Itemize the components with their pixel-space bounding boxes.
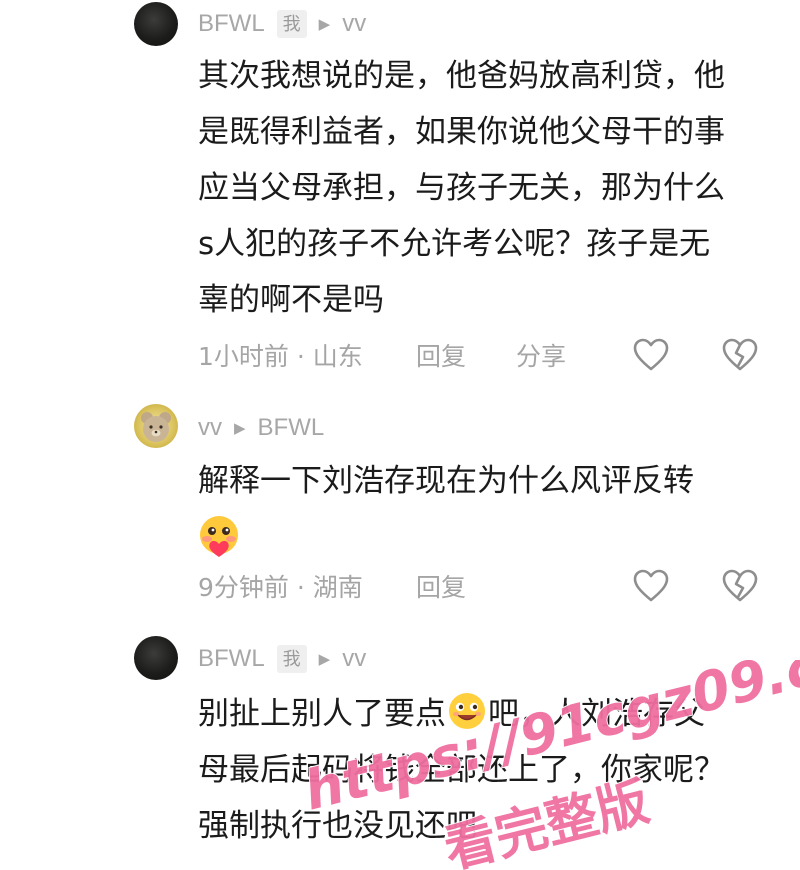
- comment-text-line: 是既得利益者，如果你说他父母干的事: [198, 114, 725, 150]
- avatar[interactable]: [134, 404, 178, 448]
- reply-arrow-icon: ▶: [234, 420, 246, 437]
- author-name[interactable]: BFWL: [198, 10, 265, 38]
- heart-hug-emoji: [196, 513, 242, 559]
- comment-text-line: s人犯的孩子不允许考公呢？孩子是无: [198, 226, 711, 262]
- comment-text-line: 强制执行也没见还吧: [198, 808, 477, 844]
- reply-to-name[interactable]: BFWL: [258, 414, 325, 442]
- reply-arrow-icon: ▶: [318, 651, 331, 668]
- avatar[interactable]: [134, 636, 178, 680]
- comment-text: 别扯上别人了要点 吧，人刘浩存父 母最后起码将钱全部还上了，你家呢？ 强制执行也…: [198, 686, 768, 854]
- comment-text-line: 母最后起码将钱全部还上了，你家呢？: [198, 752, 725, 788]
- reply-to-name[interactable]: vv: [342, 10, 366, 38]
- comment-actions: 9分钟前 · 湖南 回复: [198, 568, 768, 608]
- avatar[interactable]: [134, 2, 178, 46]
- time-location: 9分钟前 · 湖南: [198, 573, 363, 602]
- bear-avatar-icon: [141, 412, 171, 442]
- comment-meta: BFWL 我 ▶ vv: [198, 639, 366, 679]
- dislike-broken-heart-icon[interactable]: [721, 336, 759, 374]
- grin-emoji: [446, 690, 488, 732]
- author-name[interactable]: BFWL: [198, 645, 265, 673]
- dislike-broken-heart-icon[interactable]: [721, 567, 759, 605]
- comment-text-line: 辜的啊不是吗: [198, 282, 384, 318]
- comment-text-segment: 别扯上别人了要点: [198, 696, 446, 732]
- share-button[interactable]: 分享: [516, 337, 566, 377]
- comment-actions: 1小时前 · 山东 回复 分享: [198, 337, 768, 377]
- reply-arrow-icon: ▶: [318, 16, 331, 33]
- comment-text-line: 解释一下刘浩存现在为什么风评反转: [198, 463, 694, 499]
- comment-text-segment: 吧，人刘浩存父: [488, 696, 705, 732]
- comment-text-line: 其次我想说的是，他爸妈放高利贷，他: [198, 58, 725, 94]
- me-badge: 我: [276, 645, 307, 673]
- like-heart-icon[interactable]: [632, 567, 670, 605]
- comment-text-line: 别扯上别人了要点 吧，人刘浩存父: [198, 686, 768, 742]
- reply-to-name[interactable]: vv: [342, 645, 366, 673]
- like-heart-icon[interactable]: [632, 336, 670, 374]
- reply-button[interactable]: 回复: [416, 568, 466, 608]
- time-location: 1小时前 · 山东: [198, 342, 363, 371]
- reply-button[interactable]: 回复: [416, 337, 466, 377]
- comment-meta: BFWL 我 ▶ vv: [198, 4, 366, 44]
- author-name[interactable]: vv: [198, 414, 222, 442]
- comment-text-line: 应当父母承担，与孩子无关，那为什么: [198, 170, 725, 206]
- me-badge: 我: [276, 10, 307, 38]
- comment-meta: vv ▶ BFWL: [198, 408, 324, 448]
- comment-text: 其次我想说的是，他爸妈放高利贷，他 是既得利益者，如果你说他父母干的事 应当父母…: [198, 48, 768, 328]
- comment-text: 解释一下刘浩存现在为什么风评反转: [198, 453, 768, 509]
